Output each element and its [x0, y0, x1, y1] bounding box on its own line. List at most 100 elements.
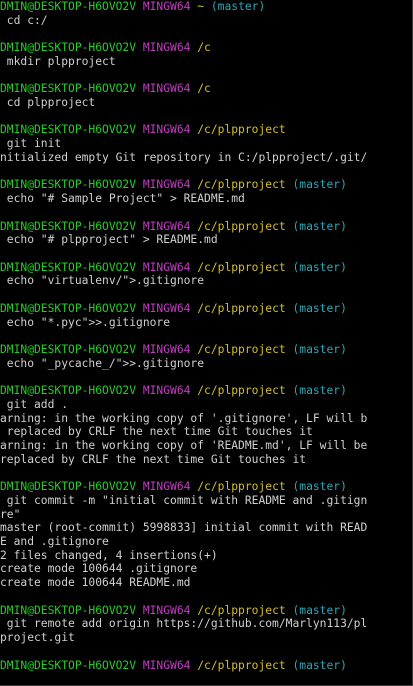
line-text: create mode 100644 .gitignore: [0, 562, 198, 576]
prompt-user: DMIN@DESKTOP-H6OVO2V: [0, 603, 137, 617]
line-text: master (root-commit) 5998833] initial co…: [0, 521, 368, 535]
blank-line: [0, 329, 412, 343]
prompt-host: MINGW64: [136, 658, 191, 672]
prompt-user: DMIN@DESKTOP-H6OVO2V: [0, 41, 137, 55]
prompt-host: MINGW64: [136, 480, 191, 494]
prompt-host: MINGW64: [136, 603, 191, 617]
prompt-branch: (master): [204, 0, 266, 13]
prompt-host: MINGW64: [136, 384, 191, 398]
prompt-user: DMIN@DESKTOP-H6OVO2V: [0, 82, 137, 96]
output-line: re": [0, 507, 412, 522]
prompt-line: DMIN@DESKTOP-H6OVO2V MINGW64 /c/plpproje…: [0, 301, 412, 316]
line-text: echo "*.pyc">>.gitignore: [0, 315, 171, 329]
prompt-host: MINGW64: [136, 0, 191, 13]
blank-line: [0, 27, 412, 41]
prompt-host: MINGW64: [136, 342, 191, 356]
prompt-user: DMIN@DESKTOP-H6OVO2V: [0, 123, 137, 137]
prompt-line: DMIN@DESKTOP-H6OVO2V MINGW64 /c/plpproje…: [0, 219, 412, 234]
prompt-path: /c/plpproject: [190, 123, 286, 137]
blank-line: [0, 370, 412, 384]
prompt-branch: (master): [285, 260, 347, 274]
prompt-user: DMIN@DESKTOP-H6OVO2V: [0, 178, 137, 192]
line-text: create mode 100644 README.md: [0, 576, 191, 590]
output-line: echo "# Sample Project" > README.md: [0, 192, 412, 206]
prompt-path: /c: [190, 82, 211, 96]
line-text: git remote add origin https://github.com…: [0, 617, 368, 631]
prompt-user: DMIN@DESKTOP-H6OVO2V: [0, 658, 137, 672]
prompt-line: DMIN@DESKTOP-H6OVO2V MINGW64 /c/plpproje…: [0, 658, 412, 673]
prompt-path: /c/plpproject: [190, 219, 286, 233]
output-line: 2 files changed, 4 insertions(+): [0, 548, 412, 563]
prompt-line: DMIN@DESKTOP-H6OVO2V MINGW64 /c/plpproje…: [0, 480, 412, 494]
prompt-path: /c/plpproject: [190, 384, 286, 398]
line-text: E and .gitignore: [0, 535, 109, 549]
prompt-path: /c/plpproject: [190, 301, 286, 315]
line-text: 2 files changed, 4 insertions(+): [0, 548, 218, 562]
prompt-path: /c/plpproject: [190, 178, 286, 192]
line-text: git commit -m "initial commit with READM…: [0, 493, 368, 507]
terminal-output: DMIN@DESKTOP-H6OVO2V MINGW64 ~ (master) …: [0, 0, 412, 673]
terminal-window[interactable]: DMIN@DESKTOP-H6OVO2V MINGW64 ~ (master) …: [0, 0, 413, 686]
line-text: mkdir plpproject: [0, 54, 116, 68]
blank-line: [0, 206, 412, 220]
prompt-user: DMIN@DESKTOP-H6OVO2V: [0, 480, 137, 494]
output-line: git add .: [0, 397, 412, 412]
line-text: replaced by CRLF the next time Git touch…: [0, 425, 313, 439]
prompt-branch: (master): [285, 384, 347, 398]
output-line: cd plpproject: [0, 96, 412, 110]
line-text: re": [0, 507, 21, 521]
blank-line: [0, 247, 412, 261]
blank-line: [0, 69, 412, 83]
prompt-path: /c/plpproject: [190, 342, 286, 356]
prompt-path: /c/plpproject: [190, 658, 286, 672]
prompt-user: DMIN@DESKTOP-H6OVO2V: [0, 384, 137, 398]
output-line: mkdir plpproject: [0, 54, 412, 69]
line-text: cd c:/: [0, 13, 48, 27]
prompt-branch: (master): [285, 603, 347, 617]
prompt-host: MINGW64: [136, 82, 191, 96]
prompt-user: DMIN@DESKTOP-H6OVO2V: [0, 342, 137, 356]
output-line: echo "_pycache_/">>.gitignore: [0, 357, 412, 371]
output-line: create mode 100644 README.md: [0, 576, 412, 590]
prompt-host: MINGW64: [136, 219, 191, 233]
prompt-line: DMIN@DESKTOP-H6OVO2V MINGW64 /c/plpproje…: [0, 603, 412, 618]
output-line: replaced by CRLF the next time Git touch…: [0, 452, 412, 467]
line-text: cd plpproject: [0, 96, 96, 110]
prompt-branch: (master): [285, 178, 347, 192]
prompt-user: DMIN@DESKTOP-H6OVO2V: [0, 0, 137, 13]
output-line: nitialized empty Git repository in C:/pl…: [0, 151, 412, 165]
output-line: master (root-commit) 5998833] initial co…: [0, 521, 412, 535]
prompt-branch: (master): [285, 342, 347, 356]
line-text: replaced by CRLF the next time Git touch…: [0, 452, 307, 466]
output-line: echo "*.pyc">>.gitignore: [0, 315, 412, 330]
prompt-line: DMIN@DESKTOP-H6OVO2V MINGW64 /c/plpproje…: [0, 342, 412, 357]
prompt-line: DMIN@DESKTOP-H6OVO2V MINGW64 /c/plpproje…: [0, 123, 412, 137]
blank-line: [0, 165, 412, 179]
line-text: echo "# plpproject" > README.md: [0, 233, 218, 247]
line-text: project.git: [0, 631, 75, 645]
output-line: git remote add origin https://github.com…: [0, 617, 412, 631]
prompt-user: DMIN@DESKTOP-H6OVO2V: [0, 260, 137, 274]
prompt-branch: (master): [285, 219, 347, 233]
prompt-path: /c/plpproject: [190, 480, 286, 494]
line-text: echo "# Sample Project" > README.md: [0, 192, 245, 206]
prompt-path: ~: [190, 0, 205, 13]
prompt-host: MINGW64: [136, 301, 191, 315]
output-line: arning: in the working copy of '.gitigno…: [0, 411, 412, 426]
line-text: arning: in the working copy of '.gitigno…: [0, 411, 368, 425]
output-line: E and .gitignore: [0, 535, 412, 549]
prompt-host: MINGW64: [136, 260, 191, 274]
blank-line: [0, 110, 412, 124]
prompt-host: MINGW64: [136, 123, 191, 137]
prompt-line: DMIN@DESKTOP-H6OVO2V MINGW64 /c: [0, 41, 412, 55]
prompt-branch: (master): [285, 658, 347, 672]
blank-line: [0, 590, 412, 604]
output-line: replaced by CRLF the next time Git touch…: [0, 425, 412, 439]
output-line: project.git: [0, 631, 412, 645]
output-line: cd c:/: [0, 13, 412, 28]
prompt-host: MINGW64: [136, 178, 191, 192]
blank-line: [0, 466, 412, 480]
prompt-path: /c/plpproject: [190, 260, 286, 274]
line-text: git add .: [0, 397, 69, 411]
prompt-host: MINGW64: [136, 41, 191, 55]
